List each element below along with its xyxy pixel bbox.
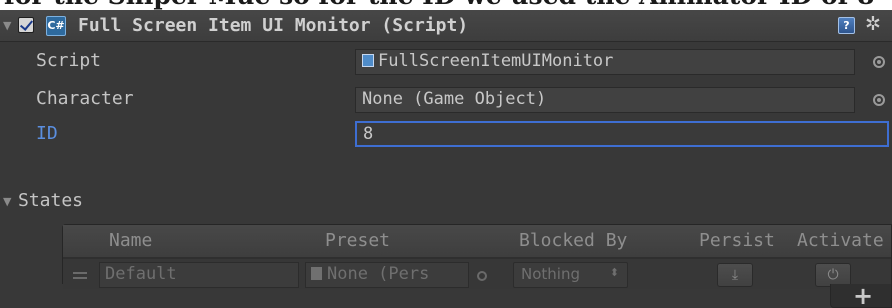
drag-handle-icon[interactable] xyxy=(73,272,87,279)
state-name-value: Default xyxy=(105,264,177,284)
state-name-field[interactable]: Default xyxy=(99,262,299,288)
script-picker-icon[interactable] xyxy=(873,56,885,68)
character-value: None (Game Object) xyxy=(362,89,547,109)
column-blocked-by: Blocked By xyxy=(519,230,628,251)
script-icon: C# xyxy=(46,16,66,36)
blocked-by-value: Nothing xyxy=(521,265,580,283)
caption-text: for the Sniper Mue so for the ID we used… xyxy=(4,0,874,10)
script-field[interactable]: FullScreenItemUIMonitor xyxy=(355,49,855,75)
script-label: Script xyxy=(36,50,102,71)
states-list-footer: + xyxy=(830,282,892,308)
states-list-header: Name Preset Blocked By Persist Activate xyxy=(63,225,891,257)
blocked-by-dropdown[interactable]: Nothing ⬍ xyxy=(513,262,628,288)
states-label[interactable]: States xyxy=(18,190,83,211)
add-state-button[interactable]: + xyxy=(853,282,873,308)
character-label: Character xyxy=(36,88,134,109)
state-row[interactable]: Default None (Pers Nothing ⬍ ⤓ ⏻ xyxy=(63,259,891,289)
preset-picker-icon[interactable] xyxy=(477,271,487,281)
download-icon: ⤓ xyxy=(731,267,739,283)
column-preset: Preset xyxy=(325,230,391,251)
column-name: Name xyxy=(109,230,153,251)
component-title: Full Screen Item UI Monitor (Script) xyxy=(78,15,469,36)
character-field[interactable]: None (Game Object) xyxy=(355,87,855,113)
character-picker-icon[interactable] xyxy=(873,94,885,106)
states-list: Name Preset Blocked By Persist Activate … xyxy=(62,224,892,289)
id-value: 8 xyxy=(363,124,374,144)
states-foldout-icon[interactable]: ▼ xyxy=(3,195,11,208)
script-value: FullScreenItemUIMonitor xyxy=(378,51,614,71)
component-header[interactable]: ▼ C# Full Screen Item UI Monitor (Script… xyxy=(0,10,892,42)
column-persist: Persist xyxy=(699,230,775,251)
preset-object-icon xyxy=(311,267,322,280)
persist-button[interactable]: ⤓ xyxy=(717,263,753,287)
dropdown-arrows-icon: ⬍ xyxy=(609,266,619,279)
power-icon: ⏻ xyxy=(827,267,839,283)
state-preset-field[interactable]: None (Pers xyxy=(305,262,469,288)
id-label: ID xyxy=(36,123,58,144)
column-activate: Activate xyxy=(797,230,884,251)
id-field[interactable]: 8 xyxy=(355,121,889,147)
state-preset-value: None (Pers xyxy=(327,264,430,284)
help-icon[interactable]: ? xyxy=(838,17,855,34)
caption-strip: for the Sniper Mue so for the ID we used… xyxy=(0,0,892,10)
foldout-arrow-icon[interactable]: ▼ xyxy=(3,19,11,32)
enabled-checkbox[interactable] xyxy=(18,17,34,33)
gear-icon[interactable]: ✲ xyxy=(865,13,881,35)
script-asset-icon xyxy=(362,54,374,67)
